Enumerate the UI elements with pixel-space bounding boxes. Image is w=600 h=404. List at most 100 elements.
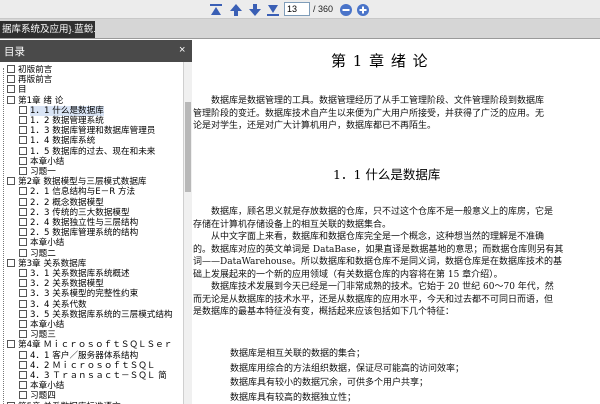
toc-item-label: 再版前言: [18, 75, 53, 86]
toc-item-label: 3．1 关系数据库系统概述: [30, 269, 130, 279]
page-icon: [19, 136, 27, 145]
page-icon: [19, 116, 27, 124]
toc-item-label: 第1章 绪 论: [18, 95, 64, 106]
page-icon: [19, 207, 27, 216]
page-icon: [19, 167, 27, 175]
page-icon: [19, 391, 27, 400]
page-icon: [19, 299, 27, 308]
toc-item-label: 4．3 Ｔｒａｎｓａｃｔ－ＳＱＬ 简: [30, 371, 167, 381]
list-item: 数据库具有较高的数据独立性；: [230, 392, 357, 403]
section-title: 1．1 什么是数据库: [333, 167, 441, 182]
page-icon: [7, 75, 15, 84]
toc-item-label: 习题一: [30, 167, 56, 177]
toc-item-label: 本章小结: [30, 381, 65, 392]
toc-item-label: 目: [18, 85, 27, 96]
toc-item-label: 1．1 什么是数据库: [30, 105, 104, 116]
page-icon: [19, 146, 27, 155]
toc-item-label: 本章小结: [30, 238, 65, 249]
page-icon: [7, 177, 15, 186]
zoom-out-icon[interactable]: [338, 2, 353, 17]
list-item: 数据库具有较小的数据冗余，可供多个用户共享；: [230, 378, 429, 388]
toc-item-label: 习题四: [30, 391, 56, 402]
arrow-down-icon[interactable]: [247, 2, 262, 17]
zoom-in-icon[interactable]: [355, 2, 370, 17]
toc-item-label: 1．4 数据库系统: [30, 136, 96, 147]
page-icon: [7, 85, 15, 94]
text-line: 的。数据库对应的英文单词是 DataBase，如果直译是数据基地的意思；而数据仓…: [193, 244, 564, 255]
text-line: 础上发展起来的一个新的应用领域（有关数据仓库的内容将在第 15 章介绍）。: [193, 269, 503, 280]
page-icon: [19, 197, 27, 206]
toc-item-label: 1．5 数据库的过去、现在和未来: [30, 146, 156, 157]
page-icon: [19, 360, 27, 369]
toc-list: 初版前言 再版前言目第1章 绪 论 1．1 什么是数据库 1．2 数据管理系统 1．3 …: [0, 65, 182, 404]
text-line: 数据库技术发展到今天已经是一门非常成熟的技术。它始于 20 世纪 60～70 年…: [211, 282, 554, 292]
toc-item-label: 3．3 关系模型的完整性约束: [30, 289, 139, 300]
toc-item-label: 第2章 数据模型与三层模式数据库: [18, 177, 147, 188]
intro-paragraph: 数据库是数据管理的工具。数据管理经历了从手工管理阶段、文件管理阶段到数据库管理阶…: [193, 95, 544, 133]
text-line: 数据库，顾名思义就是存放数据的仓库，只不过这个仓库不是一般意义上的库房，它是: [211, 207, 554, 217]
text-line: 是数据库的最基本特征没有变，概括起来应该包括如下几个特征：: [193, 307, 455, 317]
toc-item-label: 3．5 关系数据库系统的三层模式结构: [30, 309, 173, 320]
page-icon: [19, 218, 27, 226]
tab-bar: 据库系统及应用}.蓝銳.扫描: [0, 19, 600, 39]
page-icon: [19, 156, 27, 165]
toc-item-label: 2．5 数据库管理系统的结构: [30, 228, 139, 239]
page-icon: [7, 95, 15, 104]
toc-item-label: 3．4 关系代数: [30, 299, 87, 310]
text-line: 存储在计算机存储设备上的相互关联的数据集合。: [193, 219, 392, 230]
chapter-title: 第 1 章 绪 论: [331, 52, 429, 70]
toc-item-label: 3．2 关系数据模型: [30, 279, 104, 290]
page-icon: [19, 279, 27, 288]
page-icon: [19, 309, 27, 318]
page-icon: [19, 228, 27, 237]
document-page: 第 1 章 绪 论 数据库是数据管理的工具。数据管理经历了从手工管理阶段、文件管…: [193, 40, 600, 404]
scrollbar-thumb[interactable]: [185, 102, 191, 192]
page-icon: [7, 65, 15, 73]
page-icon: [19, 289, 27, 298]
page-icon: [19, 371, 27, 379]
toc-item-label: 习题二: [30, 248, 56, 259]
toc-sidebar: 目录 × 初版前言 再版前言目第1章 绪 论 1．1 什么是数据库 1．2 数据管理系…: [0, 40, 192, 404]
toc-item-label: 2．1 信息结构与E－R 方法: [30, 187, 136, 198]
page-icon: [19, 187, 27, 196]
body-text: 数据库，顾名思义就是存放数据的仓库，只不过这个仓库不是一般意义上的库房，它是存储…: [193, 206, 563, 319]
toc-item-label: 2．3 传统的三大数据模型: [30, 207, 130, 218]
list-item: 数据库是相互关联的数据的集合；: [230, 349, 366, 359]
toc-item-label: 第4章 ＭｉｃｒｏｓｏｆｔＳＱＬＳｅｒ: [18, 340, 173, 351]
text-line: 管理阶段的变迁。数据库技术自产生以来便为广大用户所接受，并获得了广泛的应用。无: [193, 108, 545, 119]
arrow-up-icon[interactable]: [228, 2, 243, 17]
close-icon[interactable]: ×: [179, 45, 185, 56]
sidebar-header: 目录 ×: [0, 40, 192, 62]
sidebar-title: 目录: [4, 46, 25, 58]
list-item: 数据库用综合的方法组织数据，保证尽可能高的访问效率；: [230, 363, 465, 374]
page-icon: [19, 126, 27, 135]
page-icon: [19, 320, 27, 328]
toc-item-label: 第3章 关系数据库: [18, 258, 87, 269]
page-icon: [7, 258, 15, 267]
text-line: 而无论是从数据库的技术水平，还是从数据库的应用水平，今天和过去都不可同日而语，但: [193, 294, 554, 305]
last-page-icon[interactable]: [265, 2, 280, 17]
page-icon: [19, 238, 27, 247]
page-total: / 360: [313, 4, 334, 14]
first-page-icon[interactable]: [208, 2, 223, 17]
toc-item-label: 4．2 ＭｉｃｒｏｓｏｆｔＳＱＬ: [30, 360, 156, 371]
page-icon: [7, 340, 15, 349]
toc-item-label: 2．4 数据独立性与三层结构: [30, 218, 139, 228]
text-line: 词——DataWarehouse。所以数据库和数据仓库不是同义词，数据仓库是在数…: [193, 257, 562, 267]
text-line: 数据库是数据管理的工具。数据管理经历了从手工管理阶段、文件管理阶段到数据库: [211, 96, 545, 106]
toc-item-label: 4．1 客户／服务器体系结构: [30, 350, 139, 361]
text-line: 从中文字面上来看，数据库和数据仓库完全是一个概念，这种想当然的理解是不准确: [211, 232, 545, 242]
sidebar-scrollbar[interactable]: [183, 62, 192, 404]
toc-item-label: 本章小结: [30, 156, 65, 167]
toc-item-label: 1．3 数据库管理和数据库管理员: [30, 126, 156, 137]
page-icon: [19, 330, 27, 339]
page-icon: [19, 381, 27, 390]
page-number-input[interactable]: 13: [284, 2, 310, 16]
page-icon: [19, 248, 27, 257]
page-icon: [19, 350, 27, 359]
toc-item-label: 习题三: [30, 330, 56, 341]
toc-item-label: 2．2 概念数据模型: [30, 197, 104, 208]
page-icon: [19, 269, 27, 277]
toc-item-label: 本章小结: [30, 320, 65, 330]
document-tab[interactable]: 据库系统及应用}.蓝銳.扫描: [0, 21, 95, 38]
